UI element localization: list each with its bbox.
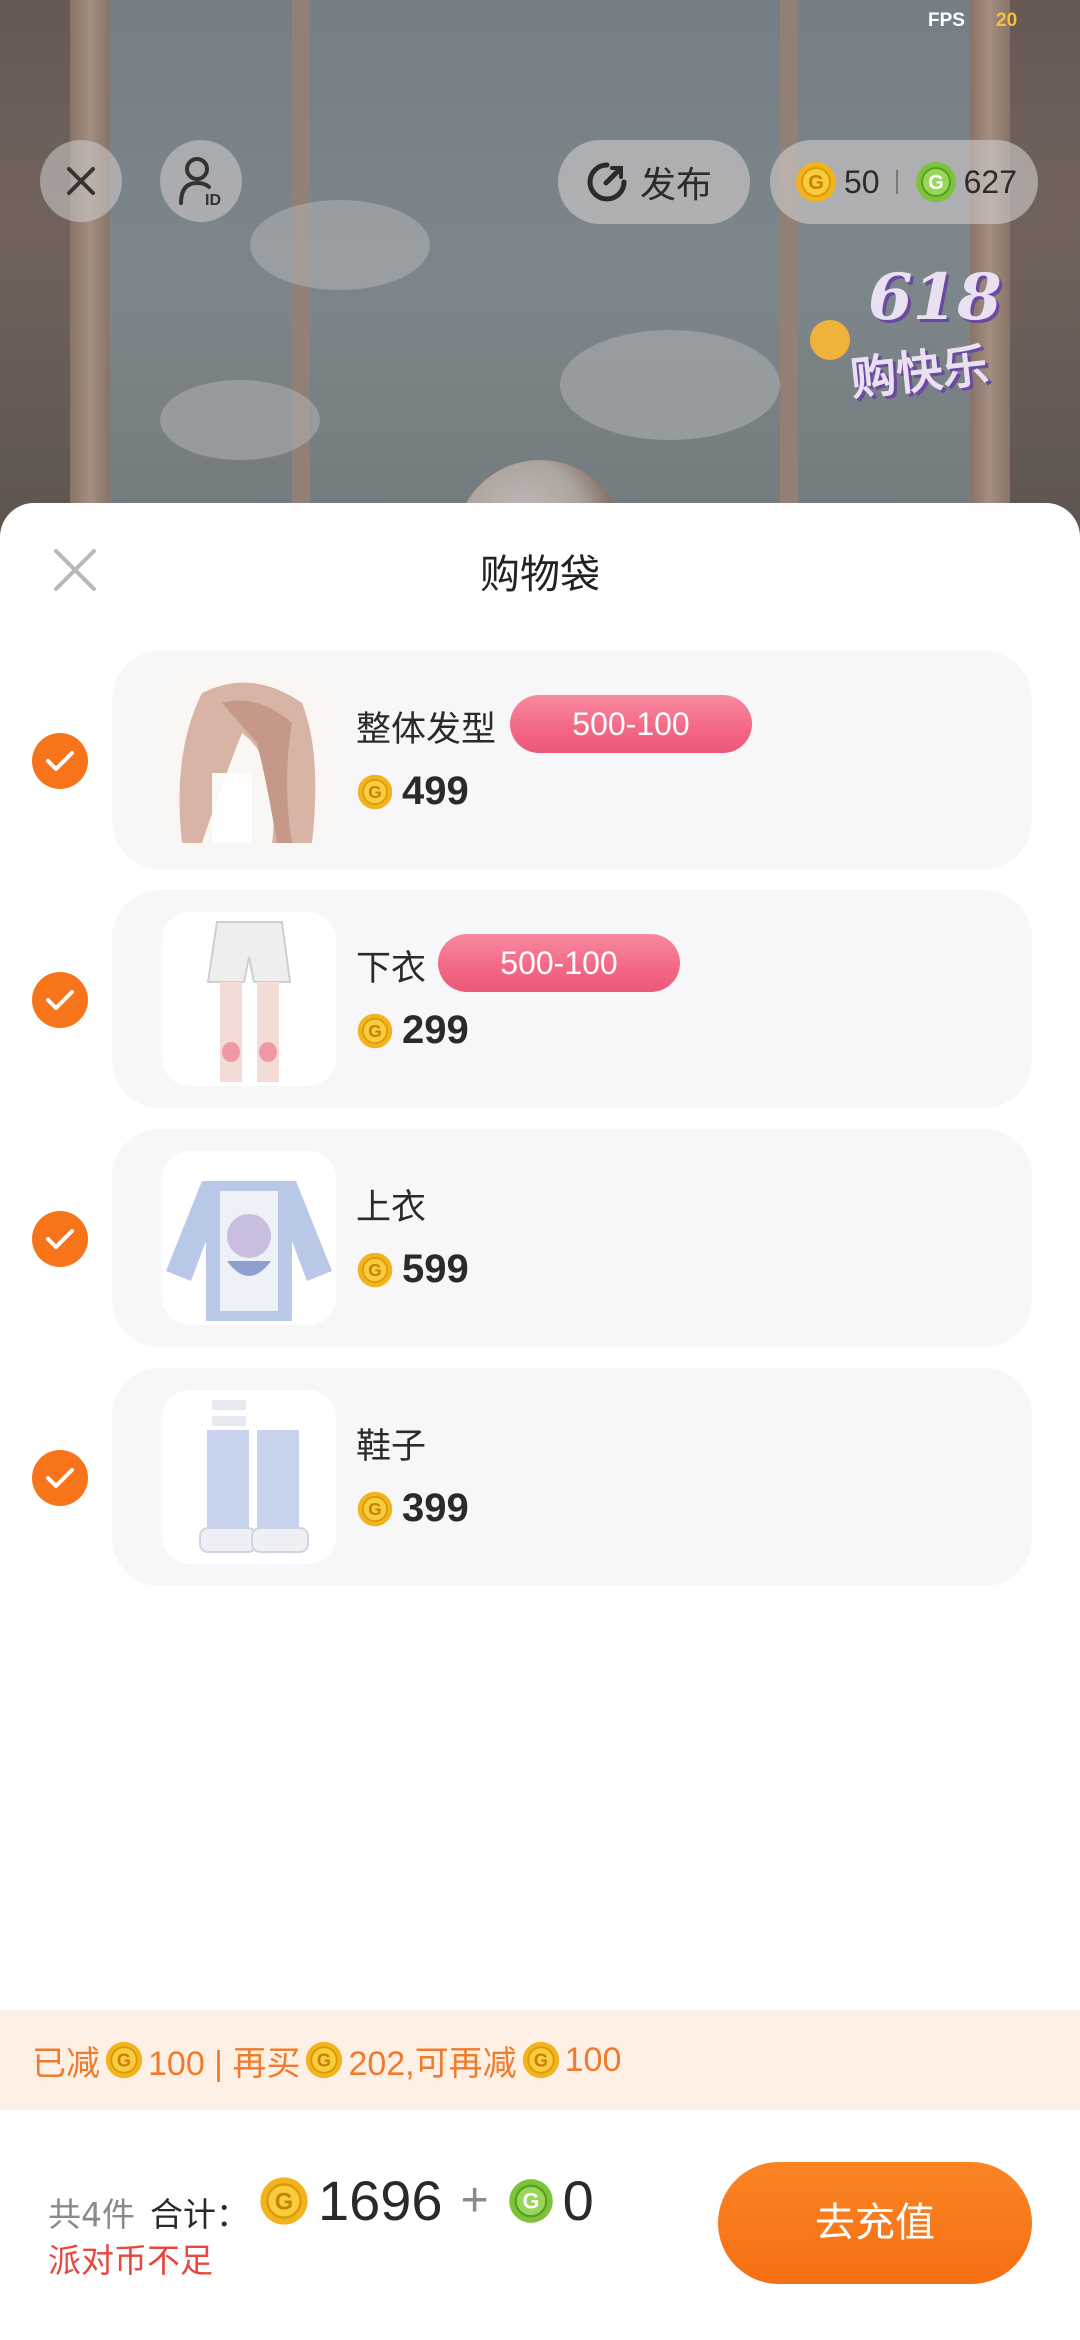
svg-text:G: G [368,1021,381,1041]
balance-separator [895,170,898,194]
cart-item-top[interactable]: 上衣 G 599 [112,1129,1032,1347]
green-coin-icon: G [508,2178,553,2223]
gold-coin-icon: G [357,1252,393,1287]
promo-orb [810,320,850,360]
fps-label: FPS [928,10,965,31]
fps-value: 20 [996,10,1018,31]
svg-text:G: G [534,2050,548,2070]
hud-close-button[interactable] [40,140,122,222]
check-icon [46,1229,74,1249]
total-sum: G 1696 + G 0 [258,2168,594,2233]
item-thumbnail [162,912,336,1086]
insufficient-funds-warning: 派对币不足 [48,2241,213,2280]
publish-icon [587,162,627,202]
item-name: 鞋子 [356,1427,427,1467]
gold-coin-icon: G [357,774,393,809]
gold-coin-icon: G [357,1013,393,1048]
gold-coin-icon: G [260,2176,308,2225]
gold-coin-icon: G [796,162,836,202]
currency-balance[interactable]: G 50 G 627 [770,140,1038,224]
user-id-icon: ID [179,157,221,207]
item-checkbox[interactable] [32,733,88,789]
plus-sign: + [460,2174,489,2227]
item-checkbox[interactable] [32,1450,88,1506]
shorts-image [162,912,336,1086]
discount-tag: 500-100 [510,695,752,753]
item-checkbox[interactable] [32,972,88,1028]
gold-coin-icon: G [357,1491,393,1526]
cart-item-shoes[interactable]: 鞋子 G 399 [112,1368,1032,1586]
hairstyle-image [162,673,336,847]
item-price-row: G 499 [356,769,469,814]
total-label: 合计： [150,2195,249,2234]
svg-text:G: G [368,1260,381,1280]
item-count: 共4件 [48,2195,135,2234]
svg-text:G: G [368,782,381,802]
check-icon [46,1468,74,1488]
shoes-image [162,1390,336,1564]
svg-text:G: G [522,2188,539,2213]
item-price-row: G 299 [356,1008,469,1053]
check-icon [46,751,74,771]
discount-info-bar: 已减 G 100 | 再买 G 202,可再减 G 100 [0,2010,1080,2110]
svg-text:G: G [117,2050,131,2070]
check-icon [46,990,74,1010]
discount-reduced-value: 100 | 再买 [148,2044,301,2083]
cart-item-bottoms[interactable]: 下衣 500-100 G 299 [112,890,1032,1108]
item-price: 399 [402,1486,469,1530]
item-price: 299 [402,1008,469,1052]
item-name: 下衣 [356,949,427,989]
green-coin-balance: 627 [963,163,1017,200]
item-thumbnail [162,673,336,847]
promo-happy-shopping-text: 购快乐 [847,337,991,407]
item-price: 599 [402,1247,469,1291]
svg-text:ID: ID [205,192,221,207]
gold-coin-icon: G [522,2041,559,2079]
gold-coin-icon: G [306,2041,343,2079]
hoodie-image [162,1151,336,1325]
item-price: 499 [402,769,469,813]
item-price-row: G 399 [356,1486,469,1531]
svg-text:G: G [368,1499,381,1519]
item-thumbnail [162,1390,336,1564]
publish-button[interactable]: 发布 [558,140,750,224]
recharge-button[interactable]: 去充值 [718,2162,1032,2284]
cart-item-hairstyle[interactable]: 整体发型 500-100 G 499 [112,651,1032,869]
svg-text:G: G [928,172,944,194]
gold-coin-icon: G [105,2041,143,2079]
promo-618-text: 618 [868,260,1002,335]
svg-text:G: G [275,2189,293,2215]
sheet-title: 购物袋 [480,552,600,598]
item-thumbnail [162,1151,336,1325]
publish-label: 发布 [640,165,713,206]
item-name: 整体发型 [356,710,497,750]
gold-coin-balance: 50 [844,163,880,200]
item-checkbox[interactable] [32,1211,88,1267]
close-icon [67,167,95,195]
green-total: 0 [562,2169,594,2232]
item-price-row: G 599 [356,1247,469,1292]
discount-reduced-label: 已减 [32,2044,100,2083]
svg-text:G: G [317,2050,331,2070]
discount-tag: 500-100 [438,934,680,992]
discount-further-value: 100 [564,2040,622,2079]
profile-id-button[interactable]: ID [160,140,242,222]
gold-total: 1696 [318,2169,443,2232]
discount-buy-more-value: 202,可再减 [348,2044,517,2083]
promo-618-banner[interactable]: 618 购快乐 [810,250,1030,410]
green-coin-icon: G [915,162,956,202]
svg-text:G: G [808,172,824,194]
item-name: 上衣 [356,1188,427,1228]
